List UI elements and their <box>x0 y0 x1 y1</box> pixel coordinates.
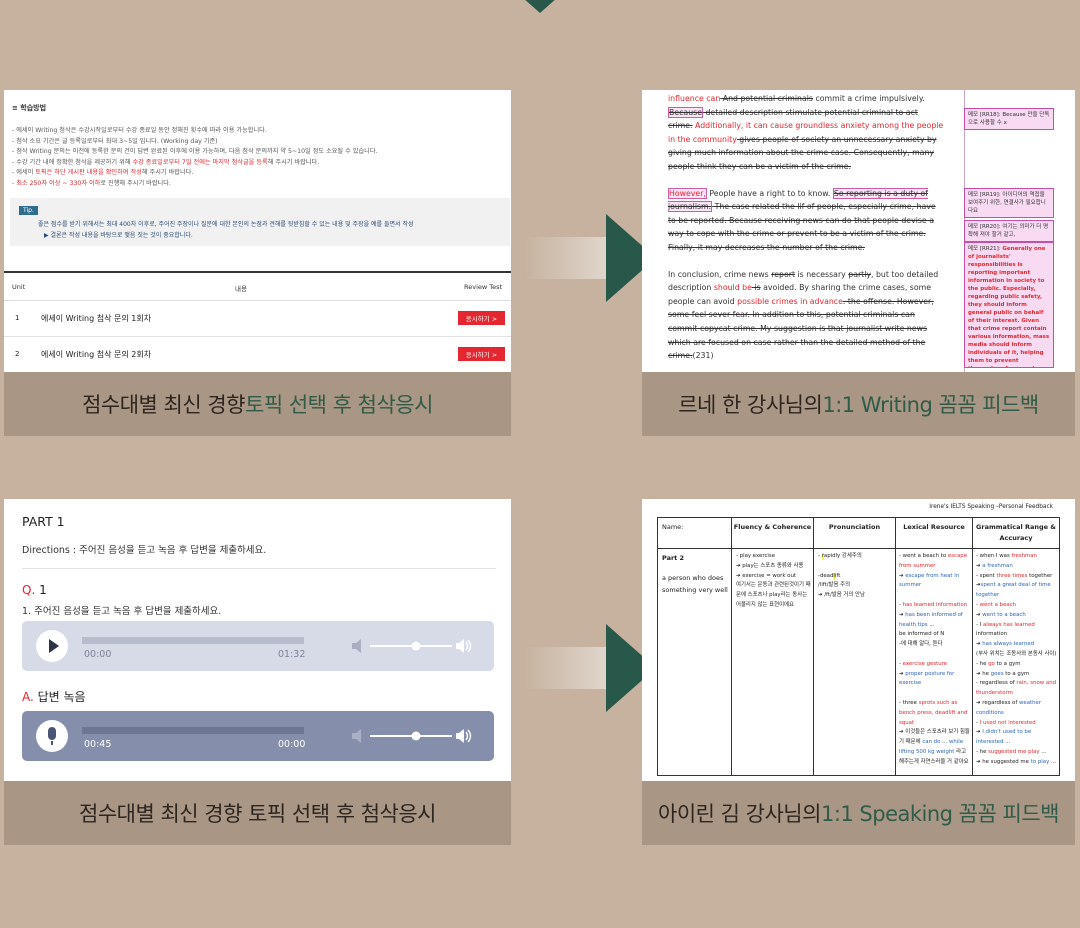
top-notch-arrow <box>523 0 557 13</box>
take-test-button[interactable]: 응시하기 > <box>458 347 505 361</box>
directions-text: Directions : 주어진 음성을 듣고 녹음 후 답변을 제출하세요. <box>22 545 267 556</box>
row-name: 에세이 Writing 첨삭 문의 1회차 <box>41 314 152 323</box>
lexical-header: Lexical Resource <box>903 523 965 531</box>
comment-box: 메모 [RR21]: Generally one of journalists'… <box>964 242 1054 368</box>
study-method-title: ≡ 학습방법 <box>12 104 47 112</box>
study-line: - 수강 기간 내에 정확한 첨삭을 제공하기 위해 수강 종료일로부터 7일 … <box>12 158 320 166</box>
essay-segment: influence can <box>668 94 721 103</box>
study-method-list: - 에세이 Writing 첨삭은 수강시작일로부터 수강 종료일 동안 정해진… <box>12 126 378 189</box>
caption-writing-topic: 점수대별 최신 경향 토픽 선택 후 첨삭응시 <box>4 372 511 436</box>
name-header: Name: <box>662 523 684 531</box>
tip-box: Tip. 좋은 점수를 받기 위해서는 최대 400자 이후로, 주어진 주장이… <box>10 198 510 246</box>
question-label: Q. 1 <box>22 583 47 597</box>
col-review: Review Test <box>464 283 503 291</box>
essay-segment: is <box>751 283 761 293</box>
take-test-button[interactable]: 응시하기 > <box>458 311 505 325</box>
part-cell: Part 2 a person who does something very … <box>662 554 728 594</box>
play-icon <box>49 639 59 653</box>
fluency-header: Fluency & Coherence <box>733 523 812 531</box>
caption-speaking-topic: 점수대별 최신 경향 토픽 선택 후 첨삭응시 <box>4 781 511 845</box>
total-time: 00:00 <box>278 739 306 750</box>
essay-segment: possible crimes in advance <box>737 296 843 306</box>
record-button[interactable] <box>36 720 68 752</box>
current-time: 00:45 <box>84 739 112 750</box>
volume-control[interactable] <box>352 728 472 744</box>
caption-writing-feedback: 르네 한 강사님의 1:1 Writing 꼼꼼 피드백 <box>642 372 1075 436</box>
lexical-cell: - went a beach to escape from summer ➔ es… <box>899 553 970 765</box>
essay-paragraph: However, People have a right to to know.… <box>668 187 944 255</box>
essay-segment: People have a right to to know. <box>706 188 833 198</box>
essay-paragraph: influence can And potential criminals co… <box>668 92 944 174</box>
microphone-icon <box>48 727 56 740</box>
study-line: - 첨삭 Writing 문의는 이전에 등록한 문의 건이 답변 완료된 이후… <box>12 148 378 155</box>
speaking-feedback-panel: Irene's IELTS Speaking –Personal Feedbac… <box>642 499 1075 781</box>
comment-box: 메모 [RR18]: Because 만을 단독으로 사용할 수 x <box>964 108 1054 130</box>
table-row: 2 에세이 Writing 첨삭 문의 2회차 응시하기 > <box>4 337 511 372</box>
study-line: - 최소 250자 이상 ~ 330자 이하로 진행해 주시기 바랍니다. <box>12 179 171 187</box>
feedback-header: Irene's IELTS Speaking –Personal Feedbac… <box>929 504 1053 510</box>
essay-segment: is necessary <box>795 269 849 279</box>
play-button[interactable] <box>36 630 68 662</box>
unit-table: Unit 내용 Review Test 1 에세이 Writing 첨삭 문의 … <box>4 271 511 372</box>
record-progress-bar[interactable] <box>82 727 304 734</box>
arrow-tail <box>525 237 607 279</box>
comment-box: 메모 [RR19]: 아이디어의 역접을 보여주기 위한, 연결사가 필요합니다… <box>964 188 1054 218</box>
part-title: PART 1 <box>22 514 65 529</box>
study-line: - 첨삭 소요 기간은 글 등록일로부터 최대 3~5일 입니다. (Worki… <box>12 137 218 145</box>
grammar-cell: - when I was freshman ➔ a freshman - spent… <box>976 553 1057 765</box>
essay-segment: In conclusion, crime news <box>668 269 772 279</box>
essay-feedback-text: influence can And potential criminals co… <box>668 92 944 363</box>
study-line: - 에세이 토픽은 하단 게시판 내용을 확인하여 작성해 주시기 바랍니다. <box>12 169 194 176</box>
total-time: 01:32 <box>278 649 306 660</box>
col-content: 내용 <box>235 285 247 293</box>
question-audio-player: 00:00 01:32 <box>22 621 494 671</box>
essay-segment: commit a crime impulsively. <box>813 94 925 103</box>
tip-badge: Tip. <box>19 206 38 215</box>
row-number: 1 <box>15 314 20 322</box>
answer-recorder: 00:45 00:00 <box>22 711 494 761</box>
essay-segment: report <box>771 269 796 279</box>
essay-segment: should be <box>713 283 752 293</box>
row-number: 2 <box>15 350 20 358</box>
writing-feedback-panel: influence can And potential criminals co… <box>642 90 1075 372</box>
answer-label: A. 답변 녹음 <box>22 690 86 704</box>
fluency-cell: - play exercise ➔ play는 스포츠 종류와 사용 ➔ exerc… <box>736 553 811 608</box>
tip-text: ▶ 결론은 작성 내용을 바탕으로 맺음 짓는 것이 중요합니다. <box>44 232 193 239</box>
essay-paragraph: In conclusion, crime news report is nece… <box>668 268 944 363</box>
study-line: - 에세이 Writing 첨삭은 수강시작일로부터 수강 종료일 동안 정해진… <box>12 127 267 134</box>
divider <box>22 568 496 569</box>
speaking-test-panel: PART 1 Directions : 주어진 음성을 듣고 녹음 후 답변을 … <box>4 499 511 781</box>
comment-box: 메모 [RR20]: 여기는 의미가 더 명확해 져야 할거 같고, <box>964 220 1054 242</box>
essay-segment: And potential criminals <box>720 94 813 103</box>
volume-control[interactable] <box>352 638 472 654</box>
essay-segment: However, <box>668 187 707 199</box>
caption-speaking-feedback: 아이린 김 강사님의 1:1 Speaking 꼼꼼 피드백 <box>642 781 1075 845</box>
row-name: 에세이 Writing 첨삭 문의 2회차 <box>41 350 152 359</box>
essay-segment: Because <box>668 106 704 118</box>
current-time: 00:00 <box>84 649 112 660</box>
essay-segment: partly <box>848 269 872 279</box>
pronunciation-cell: - rapidly 강세주의 -deadlift/lift/발음 주의 ➔ /ft/… <box>818 553 865 599</box>
table-row: 1 에세이 Writing 첨삭 문의 1회차 응시하기 > <box>4 301 511 337</box>
col-unit: Unit <box>12 283 26 291</box>
writing-course-panel: ≡ 학습방법 - 에세이 Writing 첨삭은 수강시작일로부터 수강 종료일… <box>4 90 511 372</box>
question-text: 1. 주어진 음성을 듣고 녹음 후 답변을 제출하세요. <box>22 606 222 617</box>
essay-segment: (231) <box>692 351 714 361</box>
table-header: Unit 내용 Review Test <box>4 273 511 301</box>
pronunciation-header: Pronunciation <box>828 523 881 531</box>
grammar-header: Grammatical Range & Accuracy <box>976 523 1056 542</box>
arrow-tail <box>525 647 607 689</box>
feedback-table: Name: Fluency & Coherence Pronunciation … <box>657 517 1060 776</box>
audio-progress-bar[interactable] <box>82 637 304 644</box>
tip-text: 좋은 점수를 받기 위해서는 최대 400자 이후로, 주어진 주장이나 질문에… <box>38 221 414 228</box>
